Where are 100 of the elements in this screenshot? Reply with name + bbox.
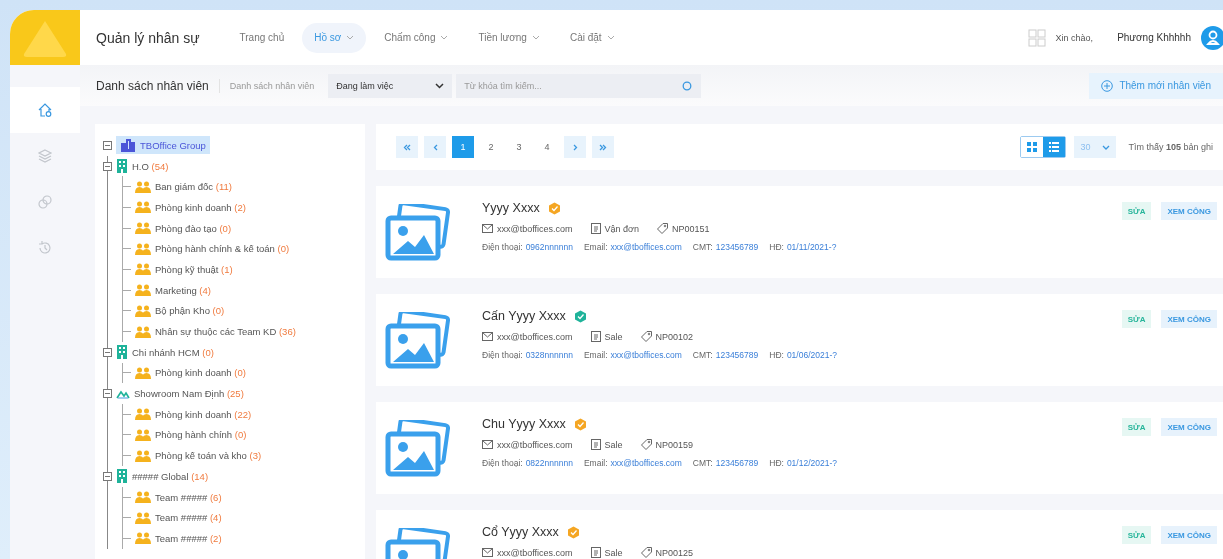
tree-node[interactable]: Team ##### (4) — [155, 512, 222, 524]
detail-value[interactable]: 01/11/2021-? — [786, 242, 837, 252]
employee-department: Vận đơn — [604, 223, 639, 234]
detail-value[interactable]: xxx@tboffices.com — [610, 242, 682, 252]
detail-value[interactable]: 0822nnnnnn — [525, 458, 573, 468]
people-icon — [135, 491, 151, 504]
history-icon[interactable] — [37, 240, 53, 256]
double-chevron-right-icon[interactable] — [599, 143, 607, 151]
tree-node[interactable]: Phòng kinh doanh (2) — [155, 201, 246, 213]
employee-email: xxx@tboffices.com — [497, 547, 573, 558]
document-icon — [590, 223, 601, 234]
employee-email: xxx@tboffices.com — [497, 331, 573, 342]
collapse-toggle[interactable] — [103, 140, 112, 150]
timesheet-button[interactable]: XEM CÔNG — [1161, 418, 1217, 436]
avatar-icon[interactable] — [1201, 25, 1223, 50]
tree-node[interactable]: ##### Global (14) — [132, 470, 209, 482]
plus-circle-icon[interactable] — [1101, 79, 1114, 92]
image-placeholder-icon — [384, 204, 450, 262]
detail-label: Điện thoại: — [482, 242, 523, 252]
tree-node[interactable]: Showroom Nam Định (25) — [134, 388, 244, 400]
previous-page-button[interactable] — [424, 136, 446, 158]
page-button[interactable]: 4 — [536, 136, 558, 158]
next-page-button[interactable] — [564, 136, 586, 158]
nav-menu-item[interactable]: Chấm công — [372, 22, 461, 53]
tag-icon — [640, 331, 652, 342]
collapse-toggle[interactable] — [103, 389, 112, 399]
detail-value[interactable]: 123456789 — [715, 242, 759, 252]
detail-value[interactable]: 01/06/2021-? — [786, 350, 837, 360]
tree-node[interactable]: Phòng hành chính & kế toán (0) — [155, 243, 290, 255]
employee-code: NP00151 — [671, 223, 710, 234]
tag-icon — [640, 439, 652, 450]
tree-node[interactable]: Phòng kinh doanh (0) — [155, 367, 246, 379]
detail-value[interactable]: 123456789 — [715, 458, 759, 468]
caret-icon[interactable] — [435, 82, 445, 89]
user-name[interactable]: Phương Khhhhh — [1117, 32, 1191, 43]
nav-menu-item[interactable]: Tiền lương — [466, 22, 552, 53]
collapse-toggle[interactable] — [103, 347, 112, 357]
search-icon[interactable] — [682, 80, 693, 91]
tree-node[interactable]: Phòng kế toán và kho (3) — [155, 450, 262, 462]
mail-icon — [482, 224, 493, 233]
employee-name[interactable]: Yyyy Xxxx — [482, 201, 540, 215]
people-icon — [135, 263, 151, 276]
chevron-left-icon[interactable] — [432, 143, 438, 151]
tree-node[interactable]: Phòng hành chính (0) — [155, 429, 247, 441]
first-page-button[interactable] — [396, 136, 418, 158]
employee-name[interactable]: Cấn Yyyy Xxxx — [482, 309, 566, 323]
employee-name[interactable]: Chu Yyyy Xxxx — [482, 417, 566, 431]
last-page-button[interactable] — [592, 136, 614, 158]
page-button[interactable]: 2 — [480, 136, 502, 158]
coins-icon[interactable] — [37, 194, 53, 210]
nav-menu-item[interactable]: Trang chủ — [227, 22, 297, 53]
detail-value[interactable]: 0328nnnnnn — [525, 350, 573, 360]
home-nav-button[interactable] — [10, 87, 80, 133]
home-icon[interactable] — [37, 102, 53, 118]
tree-node[interactable]: Team ##### (2) — [155, 532, 222, 544]
detail-value[interactable]: xxx@tboffices.com — [610, 350, 682, 360]
page-button[interactable]: 1 — [452, 136, 474, 158]
timesheet-button[interactable]: XEM CÔNG — [1161, 526, 1217, 544]
timesheet-button[interactable]: XEM CÔNG — [1161, 310, 1217, 328]
document-icon — [590, 439, 601, 450]
list-view-button[interactable] — [1043, 137, 1066, 157]
tree-node[interactable]: Team ##### (6) — [155, 491, 222, 503]
tree-node[interactable]: Chi nhánh HCM (0) — [132, 346, 214, 358]
tree-node[interactable]: Ban giám đốc (11) — [155, 181, 232, 193]
chevron-right-icon[interactable] — [572, 143, 578, 151]
tree-node[interactable]: Nhân sự thuộc các Team KD (36) — [155, 326, 296, 338]
detail-value[interactable]: 123456789 — [715, 350, 759, 360]
grid-icon[interactable] — [1027, 142, 1038, 152]
app-title: Quản lý nhân sự — [96, 29, 200, 46]
detail-value[interactable]: 01/12/2021-? — [786, 458, 837, 468]
layers-icon[interactable] — [37, 148, 53, 164]
employee-name[interactable]: Cổ Yyyy Xxxx — [482, 525, 559, 539]
collapse-toggle[interactable] — [103, 471, 112, 481]
timesheet-button[interactable]: XEM CÔNG — [1161, 202, 1217, 220]
tree-node[interactable]: TBOffice Group — [116, 136, 210, 155]
tree-node[interactable]: Bộ phận Kho (0) — [155, 305, 225, 317]
employee-email: xxx@tboffices.com — [497, 223, 573, 234]
people-icon — [135, 201, 151, 214]
nav-menu-item[interactable]: Cài đặt — [557, 22, 627, 53]
employee-department: Sale — [604, 331, 623, 342]
status-dropdown[interactable]: Đang làm việc — [328, 73, 453, 98]
tag-icon — [640, 547, 652, 558]
tree-node[interactable]: H.O (54) — [132, 160, 169, 172]
tree-node[interactable]: Phòng kinh doanh (22) — [155, 408, 252, 420]
list-icon[interactable] — [1049, 142, 1060, 152]
detail-value[interactable]: xxx@tboffices.com — [610, 458, 682, 468]
tree-node[interactable]: Phòng đào tạo (0) — [155, 222, 232, 234]
detail-value[interactable]: 0962nnnnnn — [525, 242, 573, 252]
grid-icon[interactable] — [1027, 28, 1046, 47]
tree-node[interactable]: Phòng kỹ thuật (1) — [155, 263, 233, 275]
add-employee-button[interactable]: Thêm mới nhân viên — [1089, 72, 1223, 99]
tree-node[interactable]: Marketing (4) — [155, 284, 211, 296]
page-button[interactable]: 3 — [508, 136, 530, 158]
building-icon — [116, 469, 128, 484]
collapse-toggle[interactable] — [103, 161, 112, 171]
double-chevron-left-icon[interactable] — [403, 143, 411, 151]
search-field[interactable]: Từ khóa tìm kiếm... — [456, 73, 702, 98]
breadcrumb: Danh sách nhân viên — [229, 80, 315, 91]
mountain-icon — [116, 388, 130, 399]
nav-menu-item[interactable]: Hồ sơ — [302, 22, 367, 53]
